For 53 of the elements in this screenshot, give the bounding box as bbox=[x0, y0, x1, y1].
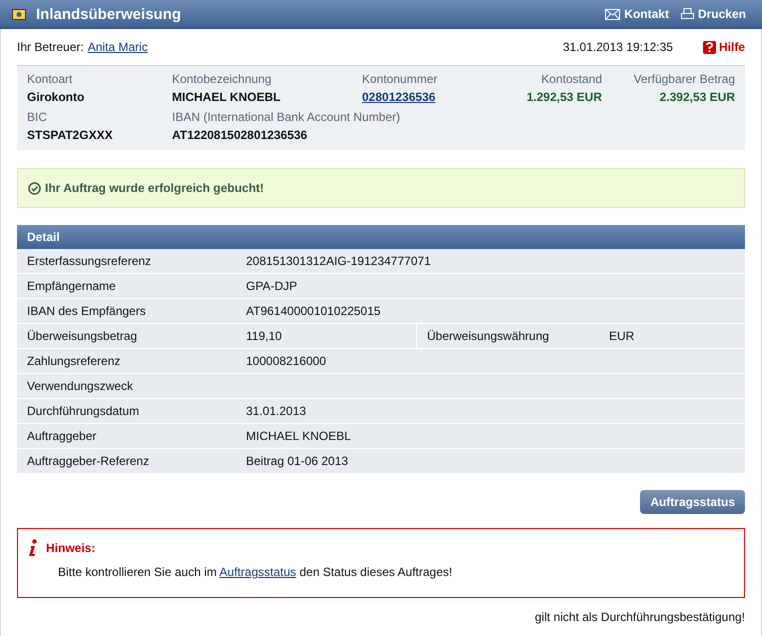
field-value: 1.292,53 EUR bbox=[526, 89, 602, 106]
table-cell-text: Empfängername bbox=[26, 278, 117, 295]
table-cell-text: EUR bbox=[608, 328, 636, 345]
table-cell-text: Auftraggeber bbox=[26, 428, 98, 445]
account-number-link[interactable]: 02801236536 bbox=[362, 88, 436, 107]
notice-title: Hinweis: bbox=[46, 541, 96, 555]
help-link[interactable]: Hilfe bbox=[702, 40, 745, 54]
field-label: IBAN (International Bank Account Number) bbox=[172, 109, 400, 126]
folder-icon bbox=[12, 8, 26, 20]
advisor-label: Ihr Betreuer: bbox=[17, 40, 84, 54]
table-cell-text: Verwendungszweck bbox=[26, 378, 134, 395]
table-cell-text: Durchführungsdatum bbox=[26, 403, 140, 420]
help-icon bbox=[702, 40, 716, 54]
field-label: Kontonummer bbox=[362, 71, 438, 88]
advisor-link[interactable]: Anita Maric bbox=[88, 40, 148, 54]
table-cell-text: MICHAEL KNOEBL bbox=[245, 428, 352, 445]
table-cell: 119,10 bbox=[236, 324, 417, 348]
table-cell-text: 100008216000 bbox=[245, 353, 328, 370]
field-label: Kontostand bbox=[541, 71, 602, 88]
table-cell-text: 208151301312AIG-191234777071 bbox=[245, 253, 432, 270]
envelope-icon bbox=[605, 8, 620, 20]
field-value: Girokonto bbox=[27, 89, 84, 106]
info-icon bbox=[28, 539, 38, 557]
table-cell-text: Zahlungsreferenz bbox=[26, 353, 122, 370]
table-cell-text: Beitrag 01-06 2013 bbox=[245, 453, 350, 470]
order-status-link[interactable]: Auftragsstatus bbox=[219, 565, 296, 579]
timestamp: 31.01.2013 19:12:35 bbox=[562, 40, 673, 54]
notice-text: Bitte kontrollieren Sie auch im Auftragsstatus den Status dieses Auftrages! bbox=[58, 565, 454, 579]
table-cell-text: 31.01.2013 bbox=[245, 403, 308, 420]
field-label: Kontoart bbox=[27, 71, 72, 88]
success-text: Ihr Auftrag wurde erfolgreich gebucht! bbox=[45, 181, 264, 195]
table-cell-text: AT961400001010225015 bbox=[245, 303, 382, 320]
table-cell-text: GPA-DJP bbox=[245, 278, 298, 295]
field-value: AT122081502801236536 bbox=[172, 127, 308, 144]
check-circle-icon bbox=[28, 182, 41, 194]
table-cell-text: Überweisungsbetrag bbox=[26, 328, 138, 345]
window-title: Inlandsüberweisung bbox=[36, 6, 182, 22]
table-cell-text: Auftraggeber-Referenz bbox=[26, 453, 150, 470]
table-cell-text: IBAN des Empfängers bbox=[26, 303, 147, 320]
field-value: MICHAEL KNOEBL bbox=[172, 89, 280, 106]
print-link[interactable]: Drucken bbox=[680, 7, 746, 21]
table-cell-text: Überweisungswährung bbox=[426, 328, 550, 345]
field-value: STSPAT2GXXX bbox=[27, 127, 113, 144]
contact-link[interactable]: Kontakt bbox=[605, 7, 669, 21]
printer-icon bbox=[680, 8, 694, 20]
detail-header: Detail bbox=[17, 225, 745, 249]
field-label: Verfügbarer Betrag bbox=[634, 71, 735, 88]
footer-note: gilt nicht als Durchführungsbestätigung! bbox=[534, 610, 745, 624]
field-label: Kontobezeichnung bbox=[172, 71, 272, 88]
field-label: BIC bbox=[27, 109, 48, 126]
table-cell-text: Ersterfassungsreferenz bbox=[26, 253, 152, 270]
order-status-button[interactable]: Auftragsstatus bbox=[640, 490, 745, 514]
field-value: 2.392,53 EUR bbox=[660, 89, 735, 106]
